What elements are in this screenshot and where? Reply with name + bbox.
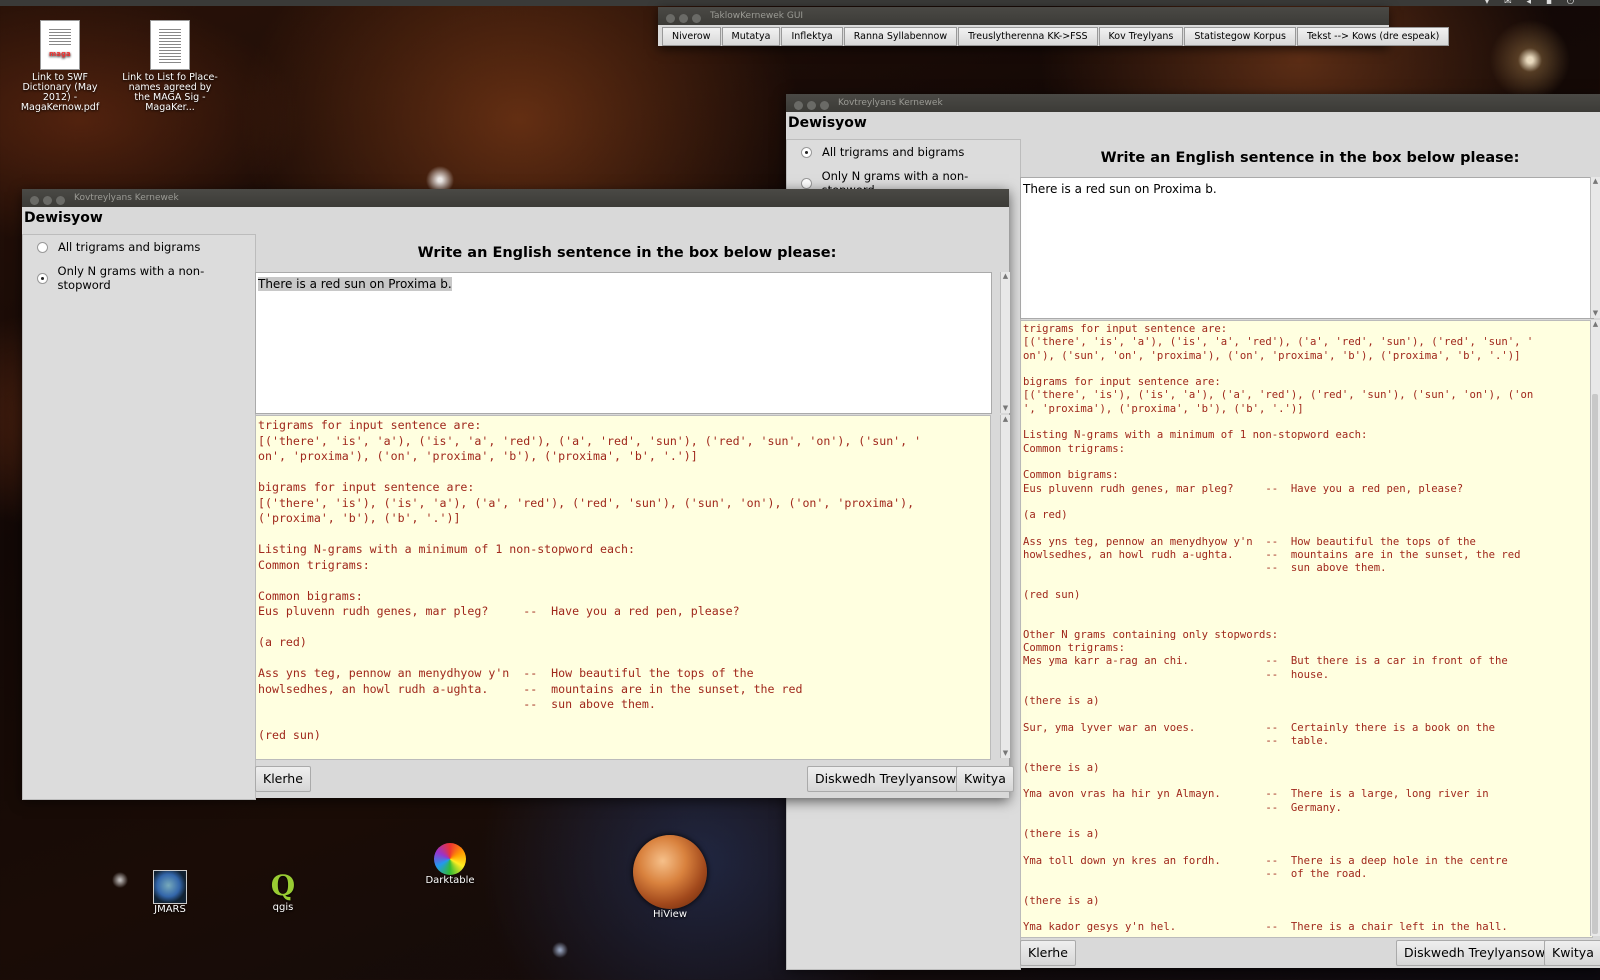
input-scrollbar[interactable]: ▲ ▼ [1000, 272, 1010, 413]
desktop-icon-placenames[interactable]: Link to List fo Place-names agreed by th… [122, 20, 218, 113]
scroll-up-icon[interactable]: ▲ [1591, 320, 1600, 329]
radio-button[interactable] [37, 241, 48, 253]
scroll-up-icon[interactable]: ▲ [1591, 177, 1600, 186]
tool-button-treuslytherenna[interactable]: Treuslytherenna KK->FSS [958, 27, 1098, 46]
desktop-icon-darktable[interactable]: Darktable [420, 843, 480, 886]
results-output[interactable]: trigrams for input sentence are: [('ther… [255, 415, 991, 760]
mars-icon [633, 835, 707, 909]
minimize-icon[interactable] [807, 101, 816, 110]
translation-window-front: Kovtreylyans Kernewek Dewisyow All trigr… [22, 189, 1014, 800]
window-controls[interactable] [30, 194, 69, 212]
desktop-icon-hiview[interactable]: HiView [630, 835, 710, 920]
show-translations-button[interactable]: Diskwedh Treylyansow [1396, 940, 1554, 966]
system-tray-icons[interactable]: ▾ ✉ ◂ ▪ ⏻ [1485, 0, 1580, 7]
desktop-icon-jmars[interactable]: JMARS [145, 870, 195, 915]
radio-button-selected[interactable] [37, 272, 48, 284]
prompt-label: Write an English sentence in the box bel… [1100, 150, 1520, 166]
maximize-icon[interactable] [820, 101, 829, 110]
system-top-panel: ▾ ✉ ◂ ▪ ⏻ [0, 0, 1600, 7]
output-scrollbar[interactable]: ▲ ▼ [1000, 415, 1010, 758]
window-title: Kovtreylyans Kernewek [838, 98, 943, 108]
sentence-input[interactable]: There is a red sun on Proxima b. [1020, 177, 1594, 319]
tool-button-ranna-syllabennow[interactable]: Ranna Syllabennow [843, 27, 958, 46]
quit-button[interactable]: Kwitya [1544, 940, 1600, 966]
sentence-input[interactable]: There is a red sun on Proxima b. [255, 272, 992, 414]
tool-button-kov-treylyans[interactable]: Kov Treylyans [1098, 27, 1184, 46]
results-output[interactable]: trigrams for input sentence are: [('ther… [1020, 320, 1593, 938]
clear-button[interactable]: Klerhe [1020, 940, 1076, 966]
close-icon[interactable] [794, 101, 803, 110]
desktop-icon-maga-pdf[interactable]: maga Link to SWF Dictionary (May 2012) -… [12, 20, 108, 113]
tool-button-tekst-kows[interactable]: Tekst --> Kows (dre espeak) [1296, 27, 1450, 46]
window-titlebar[interactable]: Kovtreylyans Kernewek [786, 94, 1600, 112]
desktop-icon-label: JMARS [154, 904, 186, 915]
desktop-icon-label: Link to List fo Place-names agreed by th… [122, 72, 218, 113]
close-icon[interactable] [30, 196, 39, 205]
radio-label: Only N grams with a non-stopword [57, 264, 205, 292]
radio-all-ngrams[interactable]: All trigrams and bigrams [23, 235, 255, 259]
show-translations-button[interactable]: Diskwedh Treylyansow [807, 766, 965, 792]
options-header: Dewisyow [24, 210, 103, 226]
output-scrollbar[interactable]: ▲ [1590, 320, 1600, 936]
scroll-up-icon[interactable]: ▲ [1001, 272, 1010, 281]
desktop-icon-qgis[interactable]: Q qgis [258, 869, 308, 914]
globe-icon [153, 870, 187, 904]
selected-text[interactable]: There is a red sun on Proxima b. [258, 277, 452, 291]
tool-button-mutatya[interactable]: Mutatya [721, 27, 781, 46]
options-panel: All trigrams and bigrams Only N grams wi… [22, 234, 256, 800]
tool-button-inflektya[interactable]: Inflektya [781, 27, 843, 46]
pdf-document-icon: maga [40, 20, 80, 70]
window-titlebar[interactable]: Kovtreylyans Kernewek [22, 189, 1009, 207]
toolbar-window: TaklowKernewek GUI Niverow Mutatya Infle… [658, 7, 1450, 48]
window-titlebar[interactable]: TaklowKernewek GUI [658, 7, 1389, 25]
toolbar-buttons: Niverow Mutatya Inflektya Ranna Syllaben… [658, 25, 1450, 48]
scroll-up-icon[interactable]: ▲ [1001, 415, 1010, 424]
scroll-down-icon[interactable]: ▼ [1001, 749, 1010, 758]
maximize-icon[interactable] [56, 196, 65, 205]
minimize-icon[interactable] [679, 14, 688, 23]
radio-button-selected[interactable] [801, 146, 812, 158]
minimize-icon[interactable] [43, 196, 52, 205]
window-title: Kovtreylyans Kernewek [74, 193, 179, 203]
window-title: TaklowKernewek GUI [710, 11, 804, 21]
radio-label: All trigrams and bigrams [58, 240, 201, 254]
scroll-down-icon[interactable]: ▼ [1591, 309, 1600, 318]
scroll-thumb[interactable] [1592, 394, 1598, 934]
desktop-icon-label: Link to SWF Dictionary (May 2012) - Maga… [20, 72, 100, 113]
prompt-label: Write an English sentence in the box bel… [417, 245, 837, 261]
document-icon [150, 20, 190, 70]
window-controls[interactable] [794, 99, 833, 117]
quit-button[interactable]: Kwitya [956, 766, 1014, 792]
input-scrollbar[interactable]: ▲ ▼ [1590, 177, 1600, 318]
radio-non-stopword[interactable]: Only N grams with a non-stopword [23, 259, 255, 297]
desktop-icon-label: HiView [652, 909, 688, 920]
desktop-icon-label: qgis [272, 902, 294, 913]
qgis-icon: Q [270, 869, 296, 902]
maximize-icon[interactable] [692, 14, 701, 23]
clear-button[interactable]: Klerhe [255, 766, 311, 792]
scroll-down-icon[interactable]: ▼ [1001, 404, 1010, 413]
tool-button-statistegow-korpus[interactable]: Statistegow Korpus [1184, 27, 1296, 46]
radio-label: All trigrams and bigrams [822, 145, 965, 159]
radio-button[interactable] [801, 177, 812, 189]
aperture-icon [434, 843, 466, 875]
close-icon[interactable] [666, 14, 675, 23]
desktop-icon-label: Darktable [425, 875, 475, 886]
window-controls[interactable] [666, 12, 705, 30]
options-header: Dewisyow [788, 115, 867, 131]
radio-all-ngrams[interactable]: All trigrams and bigrams [787, 140, 1020, 164]
